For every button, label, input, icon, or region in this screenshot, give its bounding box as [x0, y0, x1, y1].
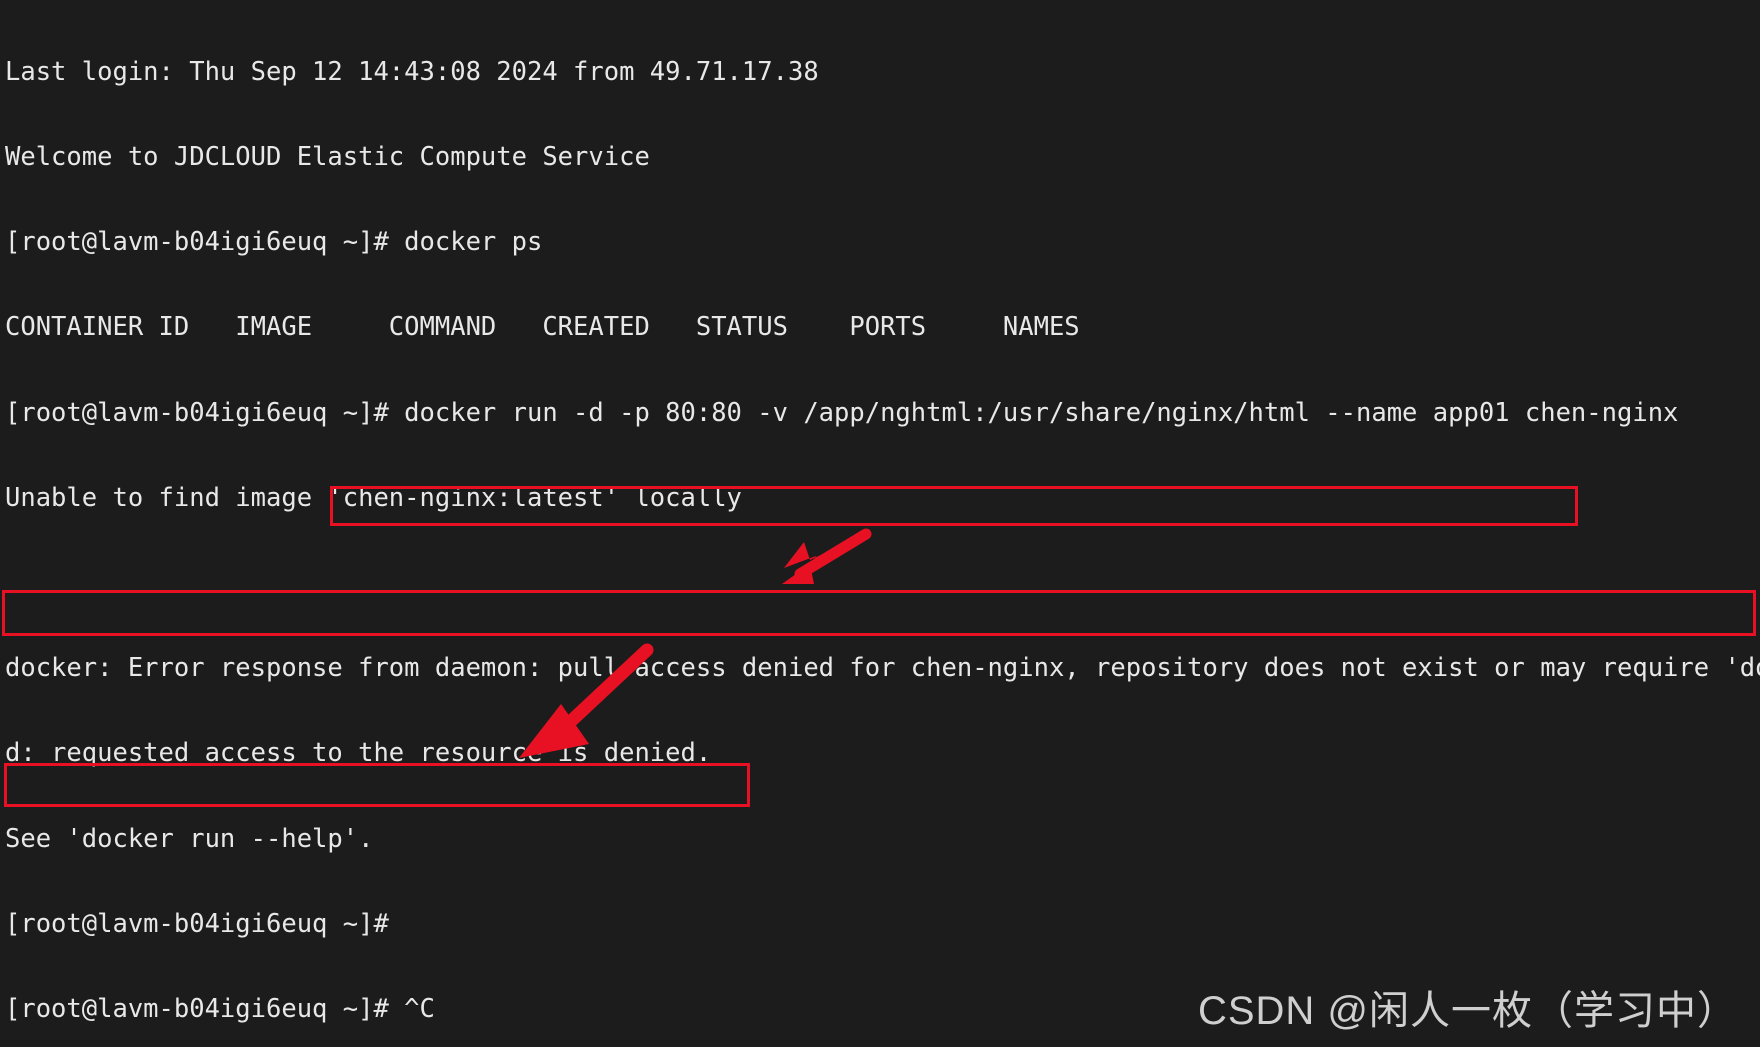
- terminal-line-see-help: See 'docker run --help'.: [5, 823, 374, 854]
- csdn-watermark: CSDN @闲人一枚（学习中）: [1197, 988, 1738, 1033]
- terminal-line-docker-run-latest: [root@lavm-b04igi6euq ~]# docker run -d …: [5, 397, 1679, 428]
- docker-ps-empty-header: CONTAINER ID IMAGE COMMAND CREATED STATU…: [5, 312, 1080, 343]
- terminal-line-pull-denied-1: docker: Error response from daemon: pull…: [5, 653, 1760, 684]
- terminal-line-last-login: Last login: Thu Sep 12 14:43:08 2024 fro…: [5, 56, 819, 87]
- terminal-line-prompt-empty: [root@lavm-b04igi6euq ~]#: [5, 908, 389, 939]
- terminal-line-unable-to-find: Unable to find image 'chen-nginx:latest'…: [5, 482, 742, 513]
- terminal-screen[interactable]: Last login: Thu Sep 12 14:43:08 2024 fro…: [5, 1, 1760, 1047]
- terminal-line-pull-denied-2: d: requested access to the resource is d…: [5, 738, 712, 769]
- terminal-window[interactable]: Last login: Thu Sep 12 14:43:08 2024 fro…: [0, 0, 1760, 1047]
- terminal-line-welcome: Welcome to JDCLOUD Elastic Compute Servi…: [5, 142, 650, 173]
- terminal-line-prompt-docker-ps: [root@lavm-b04igi6euq ~]# docker ps: [5, 227, 543, 258]
